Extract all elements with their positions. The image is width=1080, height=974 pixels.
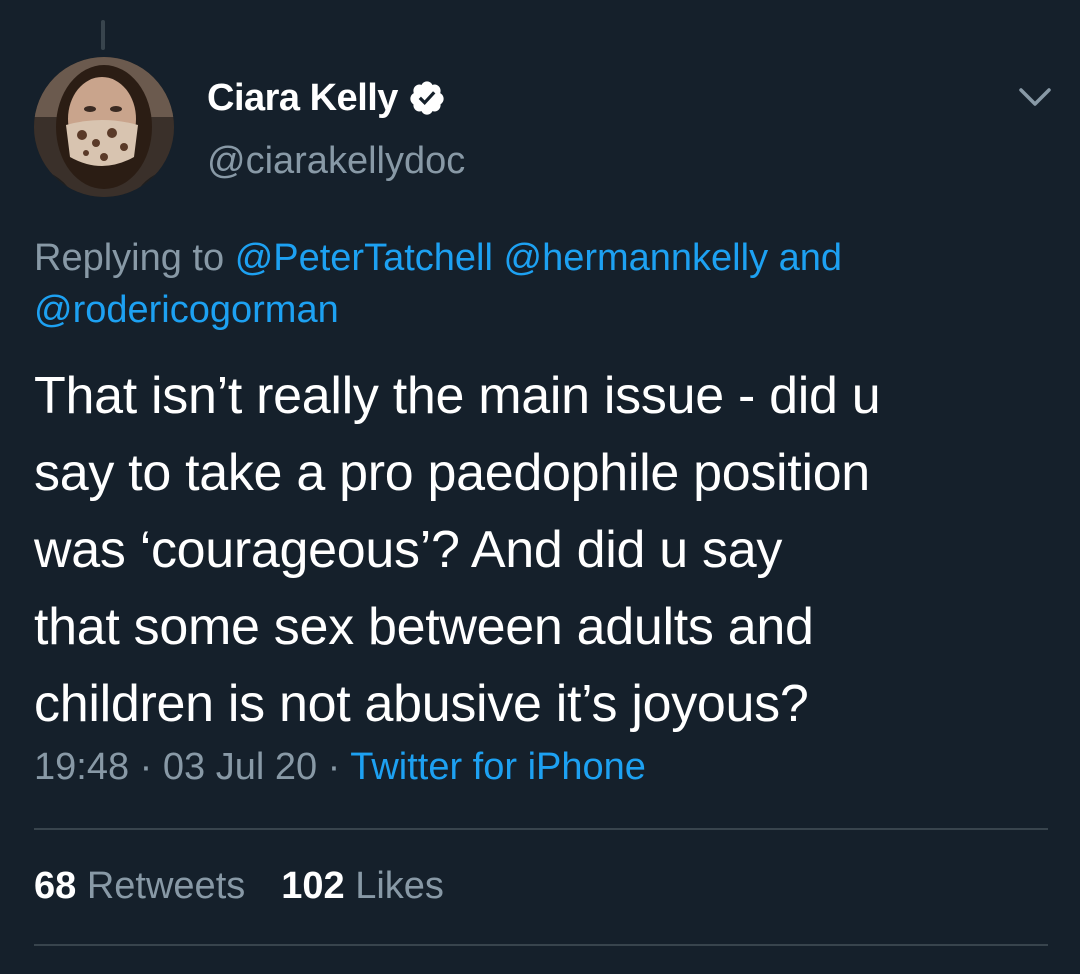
tweet-text-line: was ‘courageous’? And did u say <box>34 521 783 579</box>
tweet-text-line: That isn’t really the main issue - did u <box>34 367 881 425</box>
tweet-text: That isn’t really the main issue - did u… <box>34 358 1054 743</box>
tweet-meta: 19:48 · 03 Jul 20 · Twitter for iPhone <box>34 746 646 789</box>
avatar[interactable] <box>34 57 174 197</box>
divider <box>34 944 1048 946</box>
tweet-source-link[interactable]: Twitter for iPhone <box>350 746 646 788</box>
meta-separator: · <box>139 746 153 788</box>
mention-link[interactable]: @rodericogorman <box>34 289 339 331</box>
tweet-text-line: that some sex between adults and <box>34 598 814 656</box>
chevron-down-icon[interactable] <box>1015 82 1055 112</box>
mention-link[interactable]: @hermannkelly <box>504 237 769 279</box>
tweet-text-line: say to take a pro paedophile position <box>34 444 870 502</box>
verified-badge-icon <box>410 81 444 115</box>
tweet-stats: 68 Retweets 102 Likes <box>34 865 444 908</box>
tweet-text-line: children is not abusive it’s joyous? <box>34 675 809 733</box>
replying-to-label: Replying to <box>34 237 225 279</box>
likes-label: Likes <box>355 865 444 907</box>
meta-separator: · <box>327 746 341 788</box>
likes-stat[interactable]: 102 Likes <box>281 865 444 908</box>
retweets-count: 68 <box>34 865 77 907</box>
author-handle[interactable]: @ciarakellydoc <box>207 140 465 183</box>
retweets-stat[interactable]: 68 Retweets <box>34 865 245 908</box>
avatar-image <box>34 57 174 197</box>
mention-link[interactable]: @PeterTatchell <box>235 237 493 279</box>
tweet-time[interactable]: 19:48 <box>34 746 129 788</box>
replying-to-line: Replying to @PeterTatchell @hermannkelly… <box>34 232 1044 336</box>
author-name-row[interactable]: Ciara Kelly <box>207 74 446 122</box>
thread-connector-line <box>101 20 105 50</box>
tweet-date[interactable]: 03 Jul 20 <box>163 746 317 788</box>
likes-count: 102 <box>281 865 345 907</box>
author-display-name[interactable]: Ciara Kelly <box>207 77 398 120</box>
and-others-link[interactable]: and <box>779 237 842 279</box>
retweets-label: Retweets <box>86 865 246 907</box>
divider <box>34 828 1048 830</box>
